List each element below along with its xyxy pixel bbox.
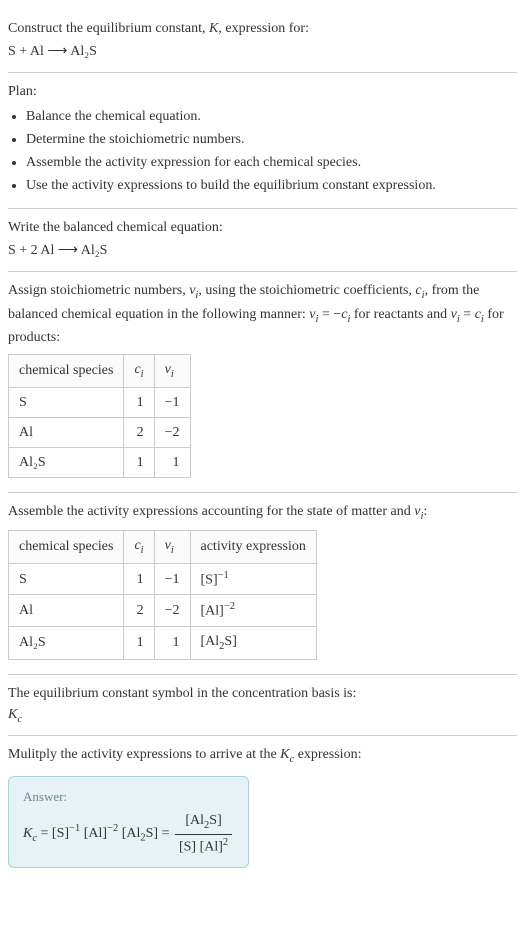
plan-item: Use the activity expressions to build th… xyxy=(26,175,517,196)
cell-species: Al₂S xyxy=(9,627,124,660)
balanced-equation: S + 2 Al ⟶ Al₂S xyxy=(8,240,517,261)
col-species: chemical species xyxy=(9,531,124,564)
cell-vi: 1 xyxy=(154,447,190,477)
table-row: Al 2 −2 [Al]−2 xyxy=(9,595,317,627)
intro-line1: Construct the equilibrium constant, K, e… xyxy=(8,18,517,39)
cell-expr: [Al2S] xyxy=(190,627,316,660)
symbol-value: Kc xyxy=(8,704,517,728)
cell-species: S xyxy=(9,563,124,595)
activity-text: Assemble the activity expressions accoun… xyxy=(8,501,517,525)
plan-section: Plan: Balance the chemical equation. Det… xyxy=(8,73,517,209)
cell-vi: −2 xyxy=(154,417,190,447)
plan-item: Balance the chemical equation. xyxy=(26,106,517,127)
cell-vi: 1 xyxy=(154,627,190,660)
balanced-section: Write the balanced chemical equation: S … xyxy=(8,209,517,272)
activity-section: Assemble the activity expressions accoun… xyxy=(8,493,517,675)
final-text: Mulitply the activity expressions to arr… xyxy=(8,744,517,768)
intro-section: Construct the equilibrium constant, K, e… xyxy=(8,8,517,73)
cell-vi: −1 xyxy=(154,387,190,417)
answer-box: Answer: Kc = [S]−1 [Al]−2 [Al2S] = [Al2S… xyxy=(8,776,249,869)
cell-species: Al xyxy=(9,417,124,447)
balanced-heading: Write the balanced chemical equation: xyxy=(8,217,517,238)
cell-ci: 2 xyxy=(124,417,154,447)
col-vi: νi xyxy=(154,355,190,388)
plan-heading: Plan: xyxy=(8,81,517,102)
cell-vi: −2 xyxy=(154,595,190,627)
cell-vi: −1 xyxy=(154,563,190,595)
stoich-text: Assign stoichiometric numbers, νi, using… xyxy=(8,280,517,348)
table-header-row: chemical species ci νi xyxy=(9,355,191,388)
symbol-text: The equilibrium constant symbol in the c… xyxy=(8,683,517,704)
symbol-section: The equilibrium constant symbol in the c… xyxy=(8,675,517,737)
table-row: Al₂S 1 1 [Al2S] xyxy=(9,627,317,660)
intro-equation: S + Al ⟶ Al₂S xyxy=(8,41,517,62)
col-ci: ci xyxy=(124,531,154,564)
table-row: Al₂S 1 1 xyxy=(9,447,191,477)
cell-ci: 1 xyxy=(124,563,154,595)
final-section: Mulitply the activity expressions to arr… xyxy=(8,736,517,876)
answer-expression: Kc = [S]−1 [Al]−2 [Al2S] = [Al2S] [S] [A… xyxy=(23,810,234,857)
table-row: S 1 −1 [S]−1 xyxy=(9,563,317,595)
answer-label: Answer: xyxy=(23,787,234,807)
col-ci: ci xyxy=(124,355,154,388)
cell-ci: 1 xyxy=(124,387,154,417)
cell-species: Al₂S xyxy=(9,447,124,477)
cell-ci: 2 xyxy=(124,595,154,627)
cell-expr: [S]−1 xyxy=(190,563,316,595)
activity-table: chemical species ci νi activity expressi… xyxy=(8,530,317,659)
col-expr: activity expression xyxy=(190,531,316,564)
cell-species: Al xyxy=(9,595,124,627)
plan-item: Assemble the activity expression for eac… xyxy=(26,152,517,173)
table-row: Al 2 −2 xyxy=(9,417,191,447)
table-row: S 1 −1 xyxy=(9,387,191,417)
plan-item: Determine the stoichiometric numbers. xyxy=(26,129,517,150)
plan-list: Balance the chemical equation. Determine… xyxy=(8,106,517,196)
stoich-section: Assign stoichiometric numbers, νi, using… xyxy=(8,272,517,493)
stoich-table: chemical species ci νi S 1 −1 Al 2 −2 Al… xyxy=(8,354,191,478)
cell-ci: 1 xyxy=(124,447,154,477)
cell-species: S xyxy=(9,387,124,417)
col-vi: νi xyxy=(154,531,190,564)
table-header-row: chemical species ci νi activity expressi… xyxy=(9,531,317,564)
cell-ci: 1 xyxy=(124,627,154,660)
cell-expr: [Al]−2 xyxy=(190,595,316,627)
col-species: chemical species xyxy=(9,355,124,388)
